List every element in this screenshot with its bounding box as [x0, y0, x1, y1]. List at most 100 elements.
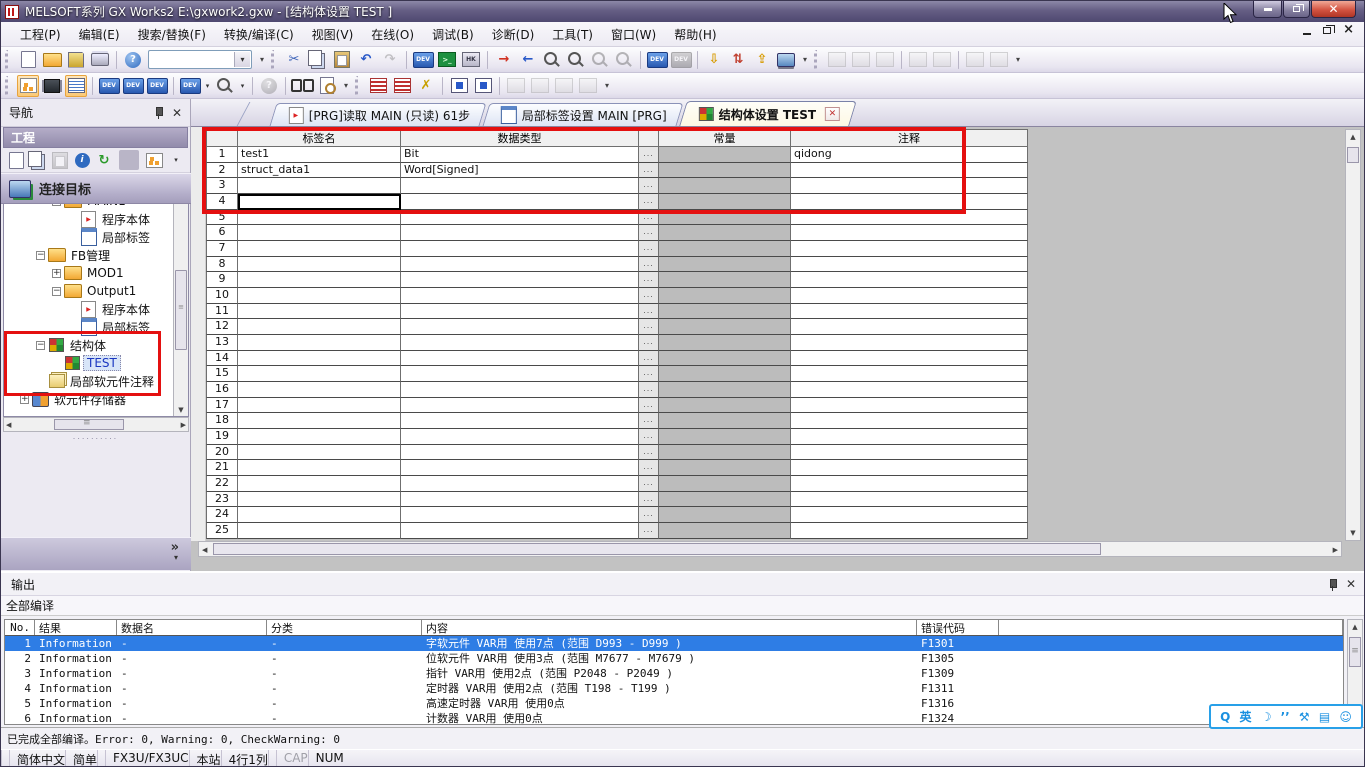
device-find-icon[interactable]	[412, 49, 434, 71]
label-cell[interactable]	[238, 225, 401, 241]
data-type-cell[interactable]	[401, 429, 639, 445]
project-tree-toggle-icon[interactable]	[17, 75, 39, 97]
menu-item[interactable]: 编辑(E)	[70, 23, 129, 46]
data-type-cell[interactable]	[401, 225, 639, 241]
grid-vertical-scrollbar[interactable]: ▲ ▼	[1345, 129, 1361, 541]
scroll-down-icon[interactable]: ▼	[174, 406, 188, 414]
data-type-cell[interactable]	[401, 288, 639, 304]
tab-prg-main[interactable]: [PRG]读取 MAIN (只读) 61步 ✕	[269, 103, 486, 126]
paste-data-icon[interactable]	[50, 150, 70, 170]
label-cell[interactable]	[238, 413, 401, 429]
context-help-icon[interactable]	[258, 75, 280, 97]
ladder-jump-icon[interactable]	[907, 49, 929, 71]
tree-item-struct[interactable]: − 结构体	[4, 336, 188, 354]
menu-item[interactable]: 帮助(H)	[665, 23, 725, 46]
comment-cell[interactable]	[791, 194, 1028, 210]
print-icon[interactable]	[89, 49, 111, 71]
label-cell[interactable]	[238, 194, 401, 210]
scroll-thumb[interactable]	[1349, 637, 1361, 667]
open-project-icon[interactable]	[41, 49, 63, 71]
device-network-icon[interactable]	[146, 75, 168, 97]
scroll-up-icon[interactable]: ▲	[1348, 623, 1362, 631]
type-browse-button[interactable]: ...	[639, 194, 659, 210]
comment-cell[interactable]	[791, 413, 1028, 429]
label-cell[interactable]	[238, 429, 401, 445]
tree-item-local-label-3[interactable]: 局部标签	[4, 318, 188, 336]
ime-clipboard-icon[interactable]: ▤	[1319, 707, 1330, 727]
label-cell[interactable]	[238, 492, 401, 508]
tree-item-test[interactable]: TEST	[4, 354, 188, 372]
tree-expander[interactable]: +	[20, 395, 29, 404]
new-project-icon[interactable]	[17, 49, 39, 71]
simulation-stop-icon[interactable]: ⇅	[727, 49, 749, 71]
comment-cell[interactable]	[791, 445, 1028, 461]
type-browse-button[interactable]: ...	[639, 304, 659, 320]
browser-icon[interactable]	[505, 75, 527, 97]
type-browse-button[interactable]: ...	[639, 178, 659, 194]
menu-item[interactable]: 转换/编译(C)	[215, 23, 303, 46]
tree-item-fb-manage[interactable]: − FB管理	[4, 246, 188, 264]
data-properties-icon[interactable]	[72, 150, 92, 170]
data-type-cell[interactable]	[401, 413, 639, 429]
sort-filter-icon[interactable]	[144, 150, 164, 170]
type-browse-button[interactable]: ...	[639, 210, 659, 226]
data-type-cell[interactable]	[401, 210, 639, 226]
data-type-cell[interactable]	[401, 351, 639, 367]
panel-grip[interactable]: ..........	[1, 434, 190, 440]
insert-fb-red-icon[interactable]	[472, 75, 494, 97]
comment-cell[interactable]	[791, 460, 1028, 476]
pin-icon[interactable]	[1327, 578, 1338, 591]
insert-row-below-icon[interactable]	[391, 75, 413, 97]
data-type-cell[interactable]	[401, 507, 639, 523]
comment-cell[interactable]	[791, 225, 1028, 241]
insert-row-above-icon[interactable]	[367, 75, 389, 97]
scroll-thumb[interactable]	[1347, 147, 1359, 163]
comment-cell[interactable]	[791, 398, 1028, 414]
data-type-cell[interactable]	[401, 257, 639, 273]
comment-cell[interactable]	[791, 178, 1028, 194]
new-data-icon[interactable]	[6, 150, 26, 170]
menu-item[interactable]: 搜索/替换(F)	[129, 23, 215, 46]
restore-button[interactable]	[1283, 1, 1310, 18]
type-browse-button[interactable]: ...	[639, 335, 659, 351]
tree-item-program-body-1[interactable]: 程序本体	[4, 210, 188, 228]
comment-cell[interactable]	[791, 272, 1028, 288]
tree-item-mod1[interactable]: + MOD1	[4, 264, 188, 282]
device-search-dropdown-icon[interactable]: ▾	[238, 75, 247, 97]
hkey-setting-icon[interactable]	[460, 49, 482, 71]
output-row[interactable]: 1 Information - - 字软元件 VAR用 使用7点 (范围 D99…	[5, 636, 1343, 651]
screen-close-icon[interactable]	[577, 75, 599, 97]
comment-cell[interactable]	[791, 476, 1028, 492]
scroll-thumb[interactable]	[54, 419, 124, 430]
delete-row-icon[interactable]: ✗	[415, 75, 437, 97]
toolbar-overflow-icon-4[interactable]: ▾	[340, 75, 352, 97]
label-cell[interactable]	[238, 366, 401, 382]
scroll-down-icon[interactable]: ▼	[1346, 529, 1360, 537]
label-cell[interactable]	[238, 476, 401, 492]
close-button[interactable]: ✕	[1311, 1, 1356, 18]
paste-icon[interactable]	[331, 49, 353, 71]
tree-expander[interactable]: +	[52, 269, 61, 278]
menu-item[interactable]: 诊断(D)	[483, 23, 544, 46]
label-cell[interactable]	[238, 507, 401, 523]
output-row[interactable]: 6 Information - - 计数器 VAR用 使用0点 F1324	[5, 711, 1343, 725]
comment-cell[interactable]	[791, 319, 1028, 335]
type-browse-button[interactable]: ...	[639, 476, 659, 492]
label-cell[interactable]	[238, 304, 401, 320]
grid-horizontal-scrollbar[interactable]: ◀ ▶	[198, 541, 1342, 557]
save-project-icon[interactable]	[65, 49, 87, 71]
scroll-right-icon[interactable]: ▶	[1333, 546, 1338, 554]
scroll-right-icon[interactable]: ▶	[181, 421, 186, 429]
data-type-cell[interactable]	[401, 382, 639, 398]
insert-fb-blue-icon[interactable]	[448, 75, 470, 97]
label-cell[interactable]	[238, 335, 401, 351]
tree-vertical-scrollbar[interactable]: ▲ ▼	[173, 174, 188, 416]
type-browse-button[interactable]: ...	[639, 319, 659, 335]
menu-item[interactable]: 工程(P)	[11, 23, 70, 46]
screen-next-icon[interactable]	[553, 75, 575, 97]
sort-filter-dropdown-icon[interactable]: ▾	[166, 150, 186, 170]
ladder-return-icon[interactable]	[931, 49, 953, 71]
data-type-cell[interactable]	[401, 194, 639, 210]
comment-cell[interactable]: qidong	[791, 147, 1028, 163]
type-browse-button[interactable]: ...	[639, 398, 659, 414]
